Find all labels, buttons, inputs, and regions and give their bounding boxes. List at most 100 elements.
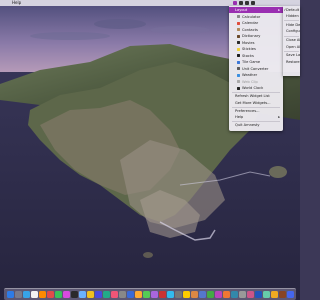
menu-item-movies[interactable]: Movies — [229, 40, 283, 46]
widget-icon — [237, 54, 240, 57]
menu-item-world-clock[interactable]: World Clock — [229, 85, 283, 91]
submenu-item[interactable]: Save La — [283, 52, 300, 58]
menu-item-dictionary[interactable]: Dictionary — [229, 33, 283, 39]
menu-item-layout[interactable]: Layout ▸ — [229, 7, 283, 13]
dock-app-icon[interactable] — [111, 291, 118, 298]
menu-item-stocks[interactable]: Stocks — [229, 53, 283, 59]
submenu-item[interactable]: Close Al — [283, 37, 300, 43]
dock — [4, 288, 296, 300]
layout-submenu: ✓DefaultHidden Hide DesConfigure Close AlO… — [283, 6, 300, 76]
dock-app-icon[interactable] — [223, 291, 230, 298]
dock-app-icon[interactable] — [71, 291, 78, 298]
submenu-item[interactable]: Open All — [283, 44, 300, 50]
submenu-item[interactable]: Configure — [283, 28, 300, 34]
dock-app-icon[interactable] — [95, 291, 102, 298]
widget-icon — [237, 60, 240, 64]
menu-item-label: Calendar — [242, 21, 259, 25]
dock-app-icon[interactable] — [159, 291, 166, 298]
dock-app-icon[interactable] — [47, 291, 54, 298]
dock-app-icon[interactable] — [15, 291, 22, 298]
dock-app-icon[interactable] — [7, 291, 14, 298]
amnesty-dropdown-menu: Layout ▸ Calculator Calendar Contacts Diction… — [229, 6, 283, 131]
menu-item-calculator[interactable]: Calculator — [229, 14, 283, 20]
widget-icon — [237, 34, 240, 38]
dock-app-icon[interactable] — [263, 291, 270, 298]
menu-item-label: Movies — [242, 40, 255, 45]
widget-icon — [237, 73, 240, 77]
status-icon[interactable] — [251, 1, 255, 5]
dock-app-icon[interactable] — [239, 291, 246, 298]
menu-item-label: Refresh Widget List — [235, 94, 270, 98]
status-icon[interactable] — [239, 1, 243, 5]
menu-item-help[interactable]: Help ▸ — [229, 114, 283, 120]
dock-app-icon[interactable] — [151, 291, 158, 298]
apple-icon[interactable] — [2, 0, 5, 6]
submenu-item-label: Save La — [286, 53, 300, 58]
menu-item-label: Get More Widgets... — [235, 100, 271, 105]
dock-app-icon[interactable] — [255, 291, 262, 298]
dock-app-icon[interactable] — [39, 291, 46, 298]
amnesty-menu-icon[interactable] — [233, 1, 237, 5]
menu-item-label: Calculator — [242, 14, 261, 19]
menu-item-contacts[interactable]: Contacts — [229, 27, 283, 33]
widget-icon — [237, 47, 240, 51]
chevron-right-icon: ▸ — [278, 8, 280, 12]
menu-item-preferences[interactable]: Preferences... — [229, 108, 283, 114]
dock-app-icon[interactable] — [87, 291, 94, 298]
menu-item-quit-amnesty[interactable]: Quit Amnesty — [229, 122, 283, 128]
submenu-item-label: Open All — [286, 44, 300, 49]
status-icon[interactable] — [245, 1, 249, 5]
dock-app-icon[interactable] — [199, 291, 206, 298]
menu-item-web-clip[interactable]: Web Clip — [229, 79, 283, 85]
widget-icon — [237, 15, 240, 18]
submenu-item[interactable]: Hide Des — [283, 22, 300, 28]
dock-app-icon[interactable] — [271, 291, 278, 298]
dock-app-icon[interactable] — [183, 291, 190, 298]
dock-app-icon[interactable] — [135, 291, 142, 298]
menu-item-label: Dictionary — [242, 34, 261, 38]
menu-item-get-more-widgets[interactable]: Get More Widgets... — [229, 100, 283, 106]
menu-item-label: Layout — [235, 8, 248, 12]
dock-app-icon[interactable] — [143, 291, 150, 298]
menu-item-label: Unit Converter — [242, 66, 269, 71]
dock-app-icon[interactable] — [79, 291, 86, 298]
menu-item-label: Web Clip — [242, 79, 258, 84]
menu-item-calendar[interactable]: Calendar — [229, 20, 283, 26]
submenu-item-label: Restore — [286, 59, 300, 64]
menu-item-unit-converter[interactable]: Unit Converter — [229, 66, 283, 72]
dock-app-icon[interactable] — [215, 291, 222, 298]
dock-app-icon[interactable] — [175, 291, 182, 298]
dock-app-icon[interactable] — [63, 291, 70, 298]
dock-app-icon[interactable] — [127, 291, 134, 298]
dock-app-icon[interactable] — [31, 291, 38, 298]
dock-app-icon[interactable] — [207, 291, 214, 298]
dock-app-icon[interactable] — [23, 291, 30, 298]
submenu-item-label: Hide Des — [286, 23, 300, 28]
menu-item-weather[interactable]: Weather — [229, 72, 283, 78]
dock-app-icon[interactable] — [247, 291, 254, 298]
dock-app-icon[interactable] — [287, 291, 294, 298]
submenu-item[interactable]: ✓ Default — [283, 7, 300, 13]
dock-app-icon[interactable] — [231, 291, 238, 298]
widget-icon — [237, 80, 240, 83]
menu-item-label: Help — [235, 115, 244, 119]
dock-app-icon[interactable] — [103, 291, 110, 298]
menu-item-label: Quit Amnesty — [235, 123, 260, 127]
widget-icon — [237, 41, 240, 44]
menu-item-label: Tile Game — [242, 60, 261, 64]
submenu-item[interactable]: Hidden — [283, 13, 300, 19]
menu-item-refresh-widget-list[interactable]: Refresh Widget List — [229, 93, 283, 99]
dock-app-icon[interactable] — [167, 291, 174, 298]
menubar-help[interactable]: Help — [12, 0, 21, 6]
menu-item-label: Stocks — [242, 53, 254, 58]
menu-item-stickies[interactable]: Stickies — [229, 46, 283, 52]
dock-app-icon[interactable] — [55, 291, 62, 298]
chevron-right-icon: ▸ — [278, 115, 280, 119]
dock-app-icon[interactable] — [119, 291, 126, 298]
menu-item-tile-game[interactable]: Tile Game — [229, 59, 283, 65]
submenu-item-label: Default — [286, 8, 300, 12]
dock-app-icon[interactable] — [191, 291, 198, 298]
submenu-item-label: Hidden — [286, 14, 299, 19]
dock-app-icon[interactable] — [279, 291, 286, 298]
submenu-item[interactable]: Restore — [283, 59, 300, 65]
